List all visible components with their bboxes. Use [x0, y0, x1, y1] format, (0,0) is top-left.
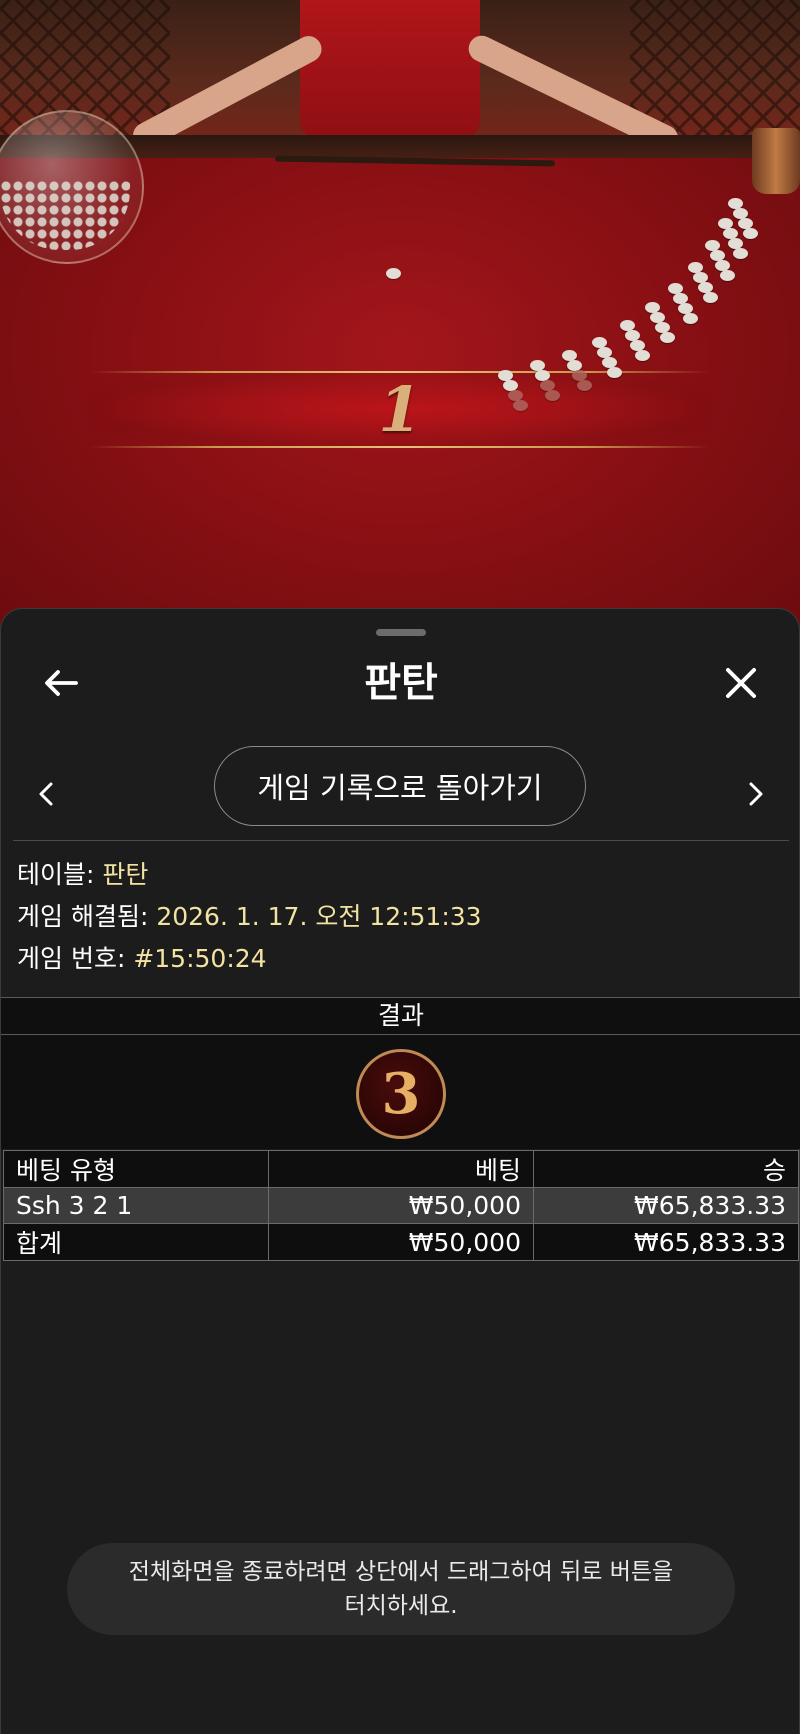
table-row: Ssh 3 2 1 ₩50,000 ₩65,833.33: [3, 1187, 799, 1224]
total-win: ₩65,833.33: [533, 1223, 799, 1261]
brass-cup: [752, 128, 800, 194]
win-amount-cell: ₩65,833.33: [533, 1187, 799, 1224]
dealer: [300, 0, 480, 140]
bead: [513, 400, 528, 411]
bead: [607, 367, 622, 378]
arrow-left-icon: [45, 670, 78, 696]
toast-line-1: 전체화면을 종료하려면 상단에서 드래그하여 뒤로 버튼을: [128, 1559, 674, 1585]
close-icon: [726, 668, 756, 698]
info-resolved: 게임 해결됨: 2026. 1. 17. 오전 12:51:33: [17, 899, 482, 935]
bet-type-cell: Ssh 3 2 1: [3, 1187, 269, 1224]
fullscreen-exit-toast: 전체화면을 종료하려면 상단에서 드래그하여 뒤로 버튼을 터치하세요.: [67, 1543, 735, 1635]
total-bet: ₩50,000: [268, 1223, 534, 1261]
column-bet: 베팅: [268, 1150, 534, 1188]
column-win: 승: [533, 1150, 799, 1188]
page-title: 판탄: [364, 660, 438, 706]
bead: [577, 380, 592, 391]
back-to-history-button[interactable]: 게임 기록으로 돌아가기: [214, 746, 586, 826]
bead: [386, 268, 401, 279]
bead: [635, 350, 650, 361]
info-table: 테이블: 판탄: [17, 857, 148, 893]
bead: [743, 228, 758, 239]
result-ball: 3: [356, 1049, 446, 1139]
result-band-line-bottom: [90, 446, 710, 448]
video-result-number: 1: [378, 372, 422, 446]
total-label: 합계: [3, 1223, 269, 1261]
bead: [545, 390, 560, 401]
previous-game-button[interactable]: [27, 769, 65, 819]
total-row: 합계 ₩50,000 ₩65,833.33: [3, 1223, 799, 1261]
toast-line-2: 터치하세요.: [344, 1593, 458, 1619]
info-game-number-value: #15:50:24: [133, 944, 267, 973]
close-button[interactable]: [715, 657, 767, 709]
bead: [703, 292, 718, 303]
info-game-number: 게임 번호: #15:50:24: [17, 941, 267, 977]
bets-table: 베팅 유형 베팅 승 Ssh 3 2 1 ₩50,000 ₩65,833.33 …: [3, 1150, 799, 1261]
bet-amount-cell: ₩50,000: [268, 1187, 534, 1224]
info-resolved-label: 게임 해결됨:: [17, 902, 149, 931]
back-button[interactable]: [35, 657, 87, 709]
bead: [720, 270, 735, 281]
info-table-value: 판탄: [102, 860, 149, 889]
chevron-left-icon: [39, 782, 53, 806]
live-video: 1: [0, 0, 800, 640]
game-history-sheet: 판탄 게임 기록으로 돌아가기 테이블: 판탄 게임 해결됨: 2026. 1.…: [0, 608, 800, 1734]
next-game-button[interactable]: [737, 769, 775, 819]
bead: [733, 248, 748, 259]
result-heading: 결과: [1, 997, 800, 1035]
info-game-number-label: 게임 번호:: [17, 944, 126, 973]
info-table-label: 테이블:: [17, 860, 95, 889]
info-resolved-value: 2026. 1. 17. 오전 12:51:33: [156, 902, 482, 931]
bead: [660, 332, 675, 343]
bead: [683, 313, 698, 324]
divider: [13, 840, 789, 841]
bets-table-header: 베팅 유형 베팅 승: [3, 1150, 799, 1188]
column-bet-type: 베팅 유형: [3, 1150, 269, 1188]
chevron-right-icon: [749, 782, 763, 806]
drag-handle[interactable]: [376, 629, 426, 636]
